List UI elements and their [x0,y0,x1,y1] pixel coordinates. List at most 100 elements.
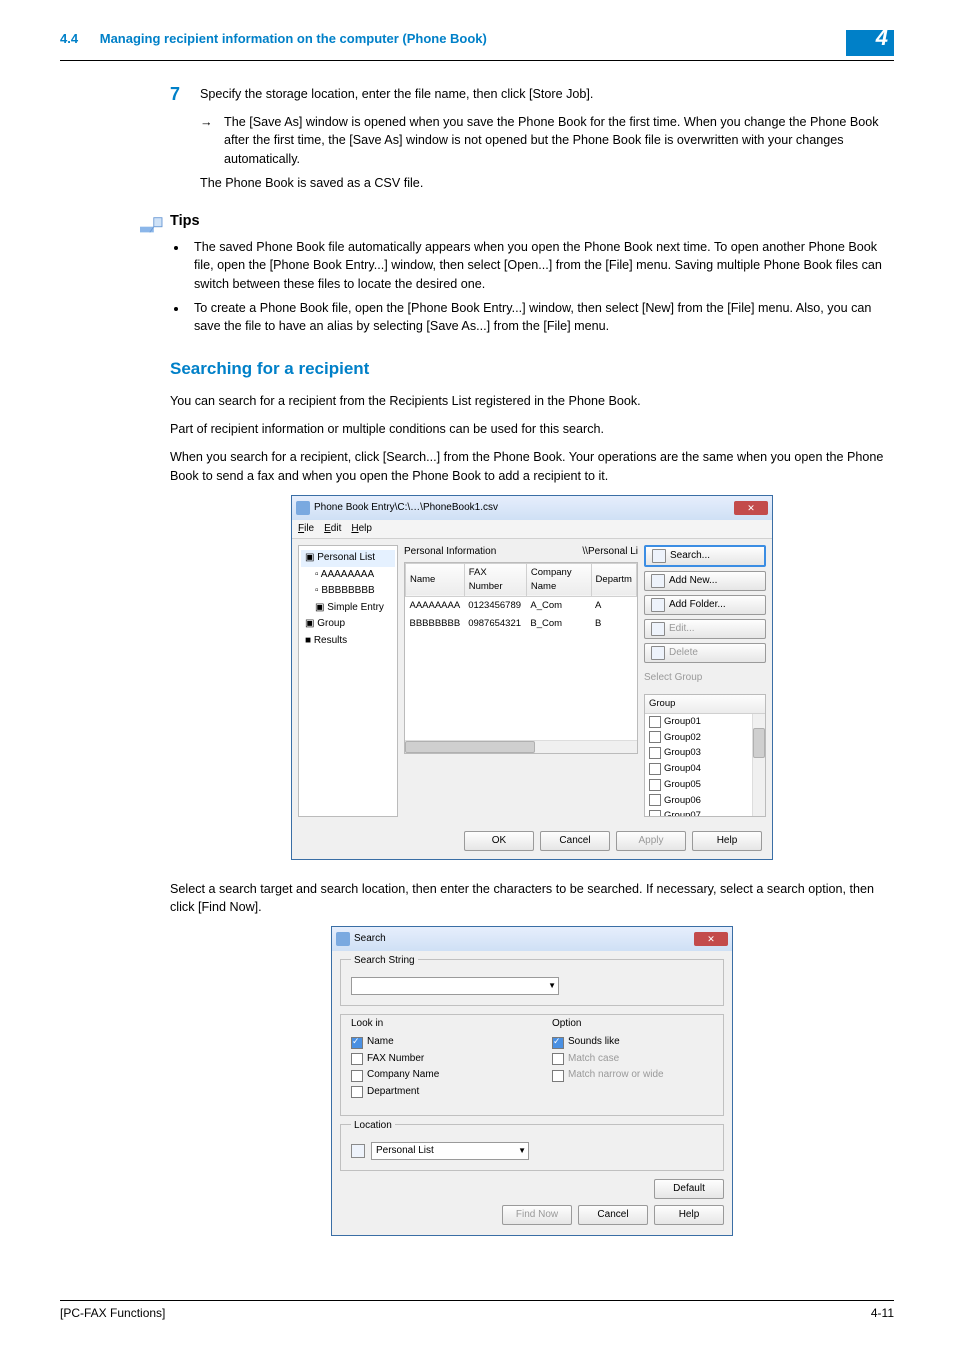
list-title: Personal Information [404,545,496,560]
ok-button[interactable]: OK [464,831,534,851]
tree-personal-list[interactable]: ▣ Personal List [301,550,395,567]
search-help-button[interactable]: Help [654,1205,724,1225]
checkbox-icon[interactable] [552,1053,564,1065]
option-sounds-like[interactable]: Sounds like [552,1035,713,1050]
window-titlebar[interactable]: Phone Book Entry\C:\…\PhoneBook1.csv ✕ [292,496,772,520]
apply-label: Apply [638,834,663,849]
menu-help[interactable]: Help [351,522,372,537]
delete-button[interactable]: Delete [644,643,766,663]
close-icon[interactable]: ✕ [694,932,728,946]
checkbox-icon[interactable] [649,747,661,759]
arrow-icon: → [200,113,224,168]
checkbox-icon[interactable] [351,1070,363,1082]
vertical-scrollbar[interactable] [752,714,765,816]
searching-p1: You can search for a recipient from the … [170,392,894,410]
lookin-name[interactable]: Name [351,1035,512,1050]
col-company[interactable]: Company Name [526,563,591,596]
menu-file[interactable]: File [298,522,314,537]
tree-item-b[interactable]: ▫ BBBBBBBB [301,583,395,600]
help-button[interactable]: Help [692,831,762,851]
close-icon[interactable]: ✕ [734,501,768,515]
edit-label: Edit... [669,622,695,637]
chevron-down-icon: ▼ [548,980,556,992]
tree-results[interactable]: ■ Results [301,633,395,650]
search-icon [652,549,666,563]
search-titlebar[interactable]: Search ✕ [332,927,732,951]
chapter-tab: 4 [846,30,894,56]
checkbox-icon[interactable] [649,794,661,806]
menu-edit[interactable]: Edit [324,522,341,537]
table-row[interactable]: AAAAAAAA 0123456789 A_Com A [406,596,637,615]
cancel-button[interactable]: Cancel [540,831,610,851]
section-number: 4.4 [60,31,78,46]
location-combo[interactable]: Personal List ▼ [371,1142,529,1160]
checkbox-icon[interactable] [351,1086,363,1098]
search-cancel-button[interactable]: Cancel [578,1205,648,1225]
search-string-combo[interactable]: ▼ [351,977,559,995]
checkbox-icon[interactable] [649,763,661,775]
checkbox-icon[interactable] [351,1053,363,1065]
lookin-option-group: Look in Name FAX Number Company Name Dep… [340,1014,724,1117]
search-button[interactable]: Search... [644,545,766,567]
folder-plus-icon [651,598,665,612]
group-panel: Group Group01 Group02 Group03 Group04 Gr… [644,694,766,817]
tree-item-a-label: AAAAAAAA [321,569,374,580]
cell-dept: B [591,615,636,634]
checkbox-icon[interactable] [351,1037,363,1049]
tips-list: The saved Phone Book file automatically … [170,238,894,335]
group-label: Group03 [664,746,701,760]
option-match-case[interactable]: Match case [552,1052,713,1067]
group-item[interactable]: Group01 [645,714,765,730]
tips-icon [140,208,166,234]
tree-panel[interactable]: ▣ Personal List ▫ AAAAAAAA ▫ BBBBBBBB ▣ … [298,545,398,816]
search-window: Search ✕ Search String ▼ Look in Name FA… [331,926,733,1236]
checkbox-icon[interactable] [649,731,661,743]
window-title: Phone Book Entry\C:\…\PhoneBook1.csv [314,501,734,516]
ok-label: OK [492,834,506,849]
lookin-company[interactable]: Company Name [351,1068,512,1083]
tree-simple-entry[interactable]: ▣ Simple Entry [301,600,395,617]
tree-item-b-label: BBBBBBBB [321,585,374,596]
lookin-fax[interactable]: FAX Number [351,1052,512,1067]
default-button[interactable]: Default [654,1179,724,1199]
option-narrow-wide[interactable]: Match narrow or wide [552,1068,713,1083]
group-item[interactable]: Group03 [645,745,765,761]
step-7-text: Specify the storage location, enter the … [200,81,894,107]
group-item[interactable]: Group05 [645,777,765,793]
recipient-table[interactable]: Name FAX Number Company Name Departm AAA… [404,562,638,754]
window-icon [336,932,350,946]
add-new-button[interactable]: Add New... [644,571,766,591]
checkbox-icon[interactable] [649,779,661,791]
group-label: Group01 [664,715,701,729]
cell-name: BBBBBBBB [406,615,465,634]
tree-item-a[interactable]: ▫ AAAAAAAA [301,567,395,584]
group-item[interactable]: Group07 [645,808,765,815]
searching-p2: Part of recipient information or multipl… [170,420,894,438]
table-row[interactable]: BBBBBBBB 0987654321 B_Com B [406,615,637,634]
opt-label: Match case [568,1052,619,1067]
group-item[interactable]: Group02 [645,730,765,746]
edit-button[interactable]: Edit... [644,619,766,639]
horizontal-scrollbar[interactable] [405,740,637,753]
opt-label: Name [367,1035,394,1050]
checkbox-icon[interactable] [649,810,661,816]
tree-group[interactable]: ▣ Group [301,616,395,633]
footer-right: 4-11 [871,1305,894,1322]
tree-group-label: Group [317,618,345,629]
add-folder-button[interactable]: Add Folder... [644,595,766,615]
checkbox-icon[interactable] [552,1037,564,1049]
apply-button[interactable]: Apply [616,831,686,851]
col-name[interactable]: Name [406,563,465,596]
folder-icon [351,1144,365,1158]
group-label: Group07 [664,809,701,815]
group-item[interactable]: Group04 [645,761,765,777]
menubar: File Edit Help [292,520,772,540]
group-item[interactable]: Group06 [645,793,765,809]
lookin-dept[interactable]: Department [351,1085,512,1100]
col-dept[interactable]: Departm [591,563,636,596]
checkbox-icon[interactable] [649,716,661,728]
checkbox-icon[interactable] [552,1070,564,1082]
chevron-down-icon: ▼ [518,1145,526,1157]
find-now-button[interactable]: Find Now [502,1205,572,1225]
col-fax[interactable]: FAX Number [464,563,526,596]
